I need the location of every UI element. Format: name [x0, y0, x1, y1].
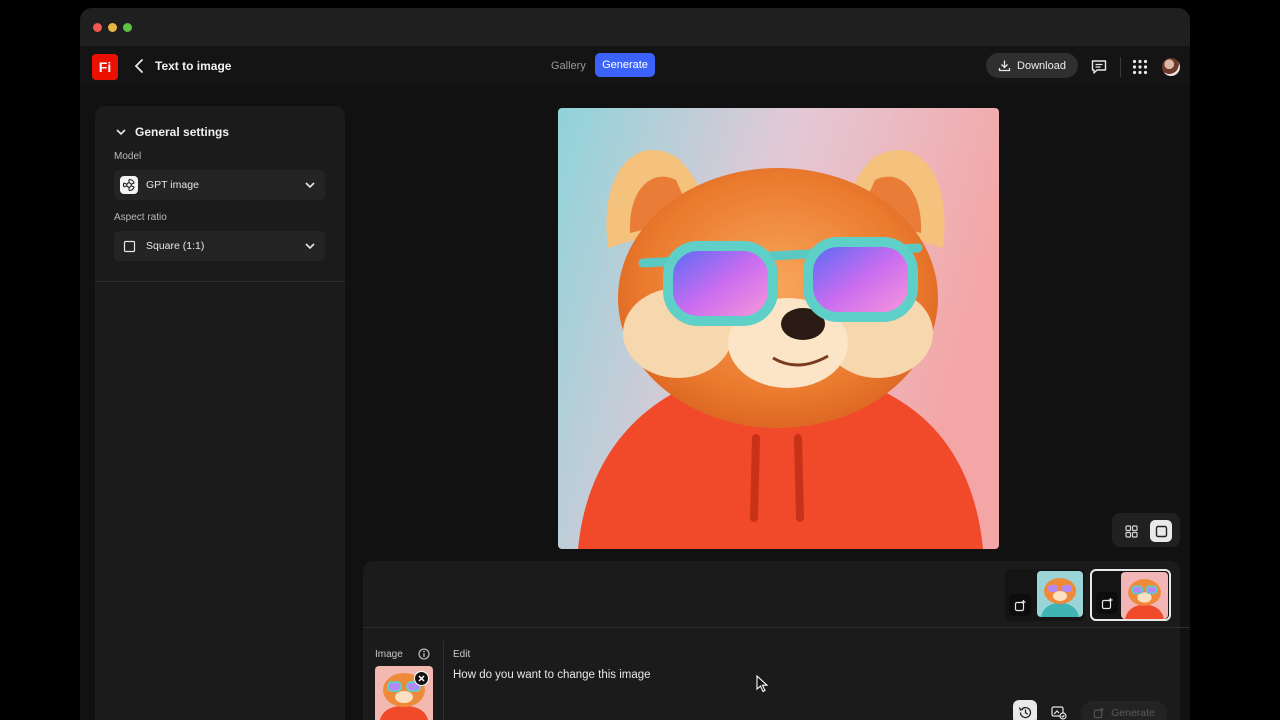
history-icon[interactable]	[1013, 700, 1037, 720]
download-icon	[998, 60, 1011, 72]
thumbnail-image	[1037, 571, 1083, 617]
image-label: Image	[375, 649, 403, 660]
model-value: GPT image	[146, 179, 199, 191]
tab-gallery[interactable]: Gallery	[551, 60, 586, 72]
header-divider	[1120, 57, 1121, 77]
app-header: Fi Text to image Gallery Generate Downlo…	[80, 46, 1190, 86]
square-icon	[120, 237, 138, 255]
window-chrome	[80, 8, 1190, 46]
apps-grid-icon[interactable]	[1131, 58, 1149, 76]
settings-sidebar: General settings Model GPT image Aspect …	[95, 106, 345, 720]
aspect-ratio-value: Square (1:1)	[146, 240, 205, 252]
maximize-window-button[interactable]	[123, 23, 132, 32]
history-thumbnail-selected[interactable]	[1090, 569, 1171, 621]
edit-image-icon[interactable]	[1096, 592, 1118, 614]
history-thumbnail[interactable]	[1005, 569, 1085, 621]
tab-generate[interactable]: Generate	[595, 53, 655, 77]
aspect-ratio-label: Aspect ratio	[114, 212, 167, 223]
style-reference-icon[interactable]	[1047, 700, 1071, 720]
single-view-icon[interactable]	[1150, 520, 1172, 542]
page-title: Text to image	[155, 59, 232, 73]
close-window-button[interactable]	[93, 23, 102, 32]
model-select[interactable]: GPT image	[114, 170, 325, 200]
back-icon[interactable]	[132, 57, 146, 75]
prompt-panel: Image Edit How do you want to change thi…	[363, 561, 1190, 720]
chevron-down-icon	[305, 243, 315, 250]
openai-icon	[120, 176, 138, 194]
chat-icon[interactable]	[1090, 58, 1108, 76]
minimize-window-button[interactable]	[108, 23, 117, 32]
edit-image-icon[interactable]	[1009, 594, 1031, 616]
model-label: Model	[114, 151, 142, 162]
view-toggle	[1112, 513, 1180, 547]
mouse-cursor-icon	[756, 675, 768, 693]
chevron-down-icon	[305, 182, 315, 189]
generate-button[interactable]: Generate	[1081, 701, 1167, 720]
download-button[interactable]: Download	[986, 53, 1078, 78]
close-icon	[418, 675, 425, 682]
app-logo[interactable]: Fi	[92, 54, 118, 80]
general-settings-toggle[interactable]: General settings	[115, 125, 229, 139]
user-avatar[interactable]	[1162, 58, 1180, 76]
chevron-down-icon	[116, 129, 126, 136]
sidebar-divider	[95, 281, 345, 282]
download-label: Download	[1017, 59, 1066, 72]
thumbnail-image	[1121, 572, 1168, 619]
panel-divider	[363, 627, 1190, 628]
composer-divider	[443, 641, 444, 720]
section-title: General settings	[135, 125, 230, 139]
generate-label: Generate	[1111, 707, 1155, 719]
edit-label: Edit	[453, 649, 471, 660]
info-icon[interactable]	[418, 648, 430, 660]
aspect-ratio-select[interactable]: Square (1:1)	[114, 231, 325, 261]
prompt-input[interactable]: How do you want to change this image	[453, 669, 651, 681]
app-window: Fi Text to image Gallery Generate Downlo…	[80, 8, 1190, 720]
edit-image-icon	[1093, 707, 1104, 719]
remove-image-button[interactable]	[414, 671, 429, 686]
generated-image[interactable]	[558, 108, 999, 549]
grid-view-icon[interactable]	[1120, 520, 1142, 542]
